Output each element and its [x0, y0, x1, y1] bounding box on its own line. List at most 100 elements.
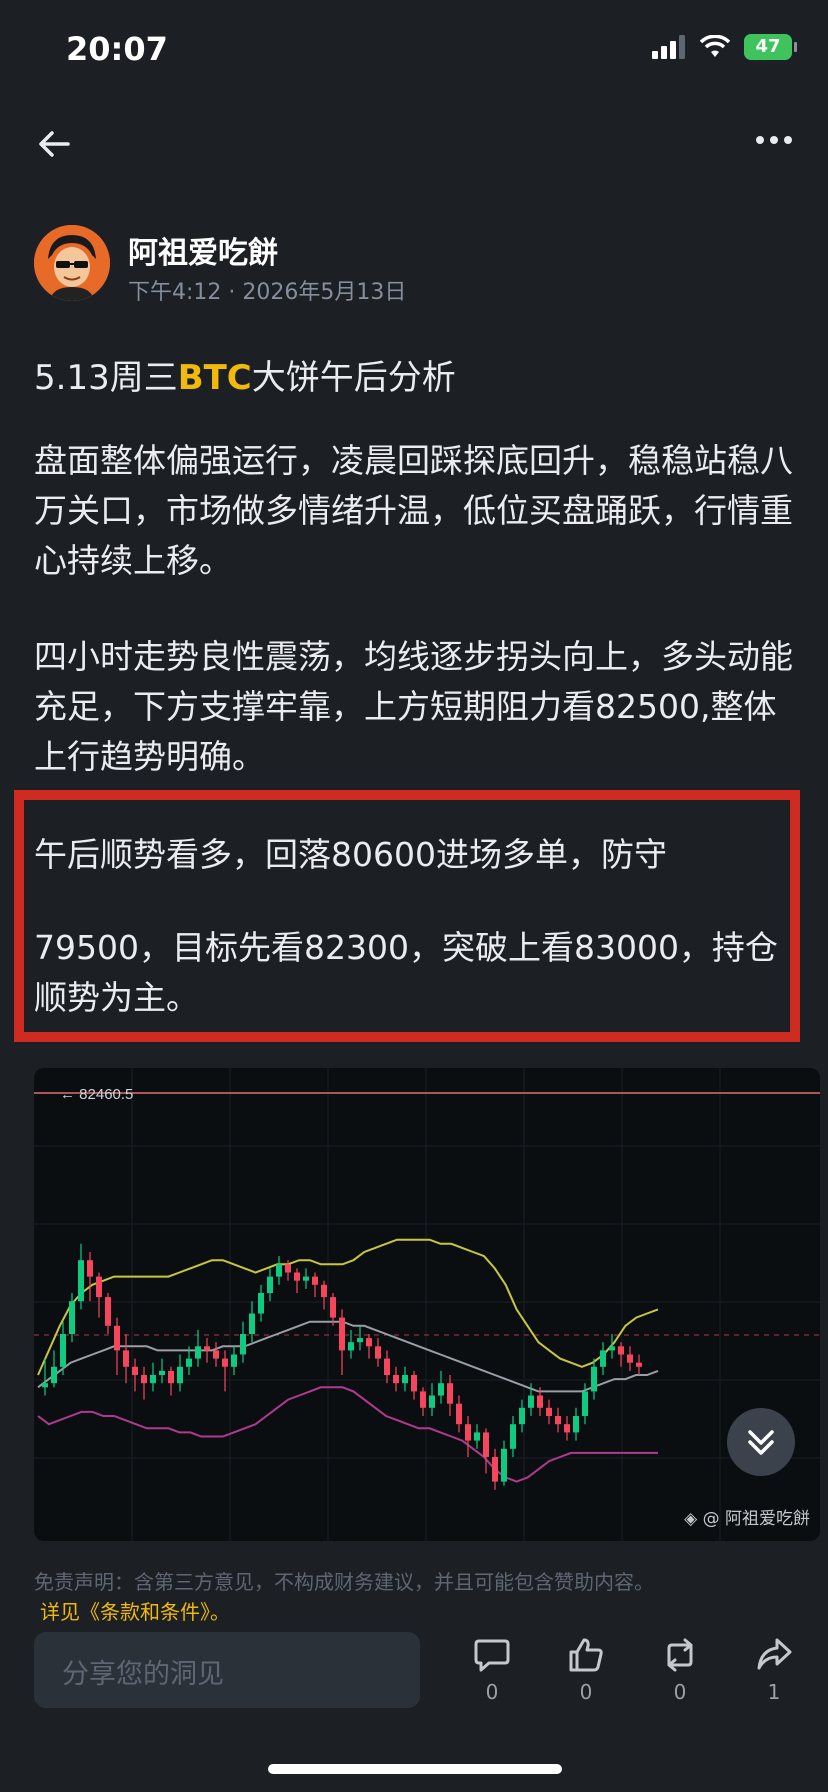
- candle: [186, 1358, 192, 1367]
- candle: [609, 1346, 615, 1351]
- candle: [321, 1284, 327, 1298]
- status-time: 20:07: [66, 30, 168, 68]
- share-icon: [757, 1638, 792, 1670]
- lower-band-line: [37, 1386, 658, 1483]
- title-suffix: 大饼午后分析: [251, 358, 456, 398]
- terms-link[interactable]: 详见《条款和条件》。: [40, 1596, 230, 1625]
- candle: [519, 1407, 525, 1425]
- candle: [348, 1342, 354, 1351]
- candle: [339, 1317, 345, 1351]
- candle: [573, 1416, 579, 1433]
- repost-button[interactable]: 0: [650, 1636, 710, 1704]
- candle: [132, 1366, 138, 1375]
- candle: [114, 1325, 120, 1351]
- candle: [384, 1358, 390, 1375]
- candle: [276, 1264, 282, 1277]
- share-button[interactable]: 1: [744, 1636, 804, 1704]
- comment-count: 0: [485, 1680, 499, 1704]
- candle: [42, 1383, 48, 1388]
- middle-band-line: [37, 1320, 659, 1393]
- candle: [177, 1366, 183, 1384]
- candle: [501, 1448, 507, 1482]
- repost-count: 0: [673, 1680, 687, 1704]
- candle: [528, 1395, 534, 1408]
- candle: [105, 1297, 111, 1326]
- candle: [168, 1370, 174, 1384]
- candle: [213, 1350, 219, 1359]
- watermark: ◈ @ 阿祖爱吃餅: [684, 1504, 810, 1529]
- comment-placeholder[interactable]: 分享您的洞见: [62, 1652, 224, 1691]
- share-count: 1: [767, 1680, 781, 1704]
- scroll-down-button[interactable]: [727, 1408, 795, 1476]
- candle: [456, 1403, 462, 1425]
- candle: [393, 1375, 399, 1384]
- candle: [357, 1338, 363, 1343]
- candle: [366, 1338, 372, 1347]
- battery-indicator: 47: [744, 34, 797, 60]
- candle: [240, 1334, 246, 1355]
- candle: [537, 1395, 543, 1408]
- candle: [546, 1407, 552, 1416]
- candle: [483, 1432, 489, 1457]
- candle: [285, 1264, 291, 1273]
- candle: [582, 1391, 588, 1416]
- wifi-icon: [700, 35, 730, 57]
- post-paragraph: 四小时走势良性震荡，均线逐步拐头向上，多头动能充足，下方支撑牢靠，上方短期阻力看…: [34, 637, 793, 776]
- double-chevron-down-icon: [748, 1430, 774, 1455]
- chart-image[interactable]: ← 82460.5 ◈ @ 阿祖爱吃餅: [34, 1068, 820, 1541]
- candle: [492, 1457, 498, 1482]
- candle: [258, 1293, 264, 1314]
- comment-button[interactable]: 0: [462, 1636, 522, 1704]
- candle: [402, 1375, 408, 1384]
- candle: [222, 1358, 228, 1367]
- candle: [303, 1276, 309, 1281]
- comment-icon: [474, 1639, 510, 1672]
- like-count: 0: [579, 1680, 593, 1704]
- title-prefix: 5.13周三: [34, 358, 178, 398]
- candle: [627, 1354, 633, 1363]
- candle: [312, 1276, 318, 1285]
- candle: [591, 1366, 597, 1392]
- binance-logo-icon: ◈: [684, 1509, 698, 1529]
- home-indicator: [268, 1764, 562, 1774]
- candle: [438, 1383, 444, 1396]
- back-arrow-icon[interactable]: [34, 124, 74, 164]
- avatar[interactable]: [34, 225, 110, 301]
- disclaimer: 免责声明：含第三方意见，不构成财务建议，并且可能包含赞助内容。: [34, 1570, 654, 1594]
- thumbs-up-icon: [569, 1638, 603, 1672]
- signal-icon: [652, 35, 685, 59]
- post-timestamp: 下午4:12 · 2026年5月13日: [128, 280, 407, 305]
- post-paragraph: 午后顺势看多，回落80600进场多单，防守: [34, 835, 667, 874]
- candle: [375, 1346, 381, 1359]
- status-icons: 47: [652, 34, 797, 60]
- candle: [60, 1334, 66, 1367]
- candle: [267, 1276, 273, 1293]
- candle: [555, 1416, 561, 1425]
- candle: [294, 1272, 300, 1281]
- more-options-icon[interactable]: [754, 130, 794, 150]
- candle: [69, 1301, 75, 1334]
- candle: [429, 1395, 435, 1408]
- candle: [330, 1297, 336, 1318]
- candle: [474, 1432, 480, 1441]
- candle: [231, 1354, 237, 1367]
- watermark-text: @ 阿祖爱吃餅: [702, 1509, 810, 1529]
- candle: [600, 1350, 606, 1367]
- post-paragraph: 盘面整体偏强运行，凌晨回踩探底回升，稳稳站稳八万关口，市场做多情绪升温，低位买盘…: [34, 441, 793, 580]
- like-button[interactable]: 0: [556, 1636, 616, 1704]
- upper-band-line: [37, 1238, 659, 1376]
- post-paragraph: 79500，目标先看82300，突破上看83000，持仓顺势为主。: [34, 928, 778, 1017]
- candle: [411, 1375, 417, 1392]
- author-name[interactable]: 阿祖爱吃餅: [128, 228, 278, 272]
- candle: [51, 1366, 57, 1384]
- candle: [123, 1350, 129, 1367]
- candle: [78, 1260, 84, 1302]
- price-label: ← 82460.5: [60, 1086, 133, 1103]
- post-title: 5.13周三BTC大饼午后分析: [34, 350, 456, 399]
- candle: [96, 1276, 102, 1298]
- candle: [195, 1346, 201, 1359]
- candle: [249, 1313, 255, 1334]
- candle: [465, 1424, 471, 1441]
- coin-tag[interactable]: BTC: [178, 358, 252, 398]
- candle: [420, 1391, 426, 1408]
